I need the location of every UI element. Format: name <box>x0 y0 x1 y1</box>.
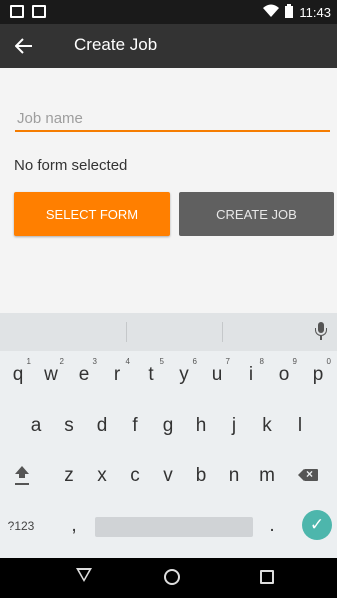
arrow-back-icon[interactable] <box>10 32 38 60</box>
key-j[interactable]: j <box>218 406 250 446</box>
key-hint: 0 <box>326 357 331 366</box>
key-r[interactable]: r4 <box>101 355 133 395</box>
microphone-icon[interactable] <box>315 322 327 342</box>
nav-back-icon[interactable] <box>76 568 92 582</box>
spacebar[interactable] <box>95 517 253 537</box>
key-e[interactable]: e3 <box>68 355 100 395</box>
key-f[interactable]: f <box>119 406 151 446</box>
key-hint: 9 <box>292 357 297 366</box>
create-job-form: No form selected SELECT FORM CREATE JOB <box>0 68 337 313</box>
key-hint: 3 <box>92 357 97 366</box>
key-x[interactable]: x <box>86 456 118 496</box>
job-name-input[interactable] <box>15 106 330 132</box>
key-h[interactable]: h <box>185 406 217 446</box>
status-bar: 11:43 <box>0 0 337 24</box>
suggestion-divider <box>222 322 223 342</box>
enter-check-icon[interactable]: ✓ <box>302 510 332 540</box>
status-time: 11:43 <box>299 5 331 20</box>
soft-keyboard: q1 w2 e3 r4 t5 y6 u7 i8 o9 p0 a s d f g … <box>0 313 337 558</box>
page-title: Create Job <box>74 35 158 54</box>
key-s[interactable]: s <box>53 406 85 446</box>
key-v[interactable]: v <box>152 456 184 496</box>
key-d[interactable]: d <box>86 406 118 446</box>
backspace-icon[interactable]: × <box>294 456 326 496</box>
key-u[interactable]: u7 <box>201 355 233 395</box>
suggestion-strip <box>0 313 337 351</box>
key-hint: 4 <box>125 357 130 366</box>
key-y[interactable]: y6 <box>168 355 200 395</box>
key-hint: 6 <box>192 357 197 366</box>
create-job-button[interactable]: CREATE JOB <box>179 192 334 236</box>
symbols-key[interactable]: ?123 <box>3 506 39 546</box>
key-hint: 5 <box>159 357 164 366</box>
shift-icon[interactable] <box>6 456 38 496</box>
key-l[interactable]: l <box>284 406 316 446</box>
key-hint: 7 <box>225 357 230 366</box>
key-hint: 2 <box>59 357 64 366</box>
key-z[interactable]: z <box>53 456 85 496</box>
wifi-icon <box>263 4 280 21</box>
key-a[interactable]: a <box>20 406 52 446</box>
key-t[interactable]: t5 <box>135 355 167 395</box>
battery-icon <box>285 4 294 21</box>
keyboard-row-3: z x c v b n m × <box>0 456 337 496</box>
key-i[interactable]: i8 <box>235 355 267 395</box>
select-form-button[interactable]: SELECT FORM <box>14 192 170 236</box>
system-nav-bar <box>0 558 337 598</box>
key-c[interactable]: c <box>119 456 151 496</box>
mail-icon <box>32 5 46 18</box>
nav-home-icon[interactable] <box>164 569 180 585</box>
key-m[interactable]: m <box>251 456 283 496</box>
image-icon <box>10 5 24 18</box>
key-g[interactable]: g <box>152 406 184 446</box>
app-bar: Create Job <box>0 24 337 68</box>
key-hint: 1 <box>26 357 31 366</box>
keyboard-row-4: ?123 , . ✓ <box>0 506 337 546</box>
key-o[interactable]: o9 <box>268 355 300 395</box>
nav-recent-icon[interactable] <box>260 570 274 584</box>
keyboard-row-1: q1 w2 e3 r4 t5 y6 u7 i8 o9 p0 <box>0 355 337 395</box>
key-comma[interactable]: , <box>58 506 90 546</box>
key-n[interactable]: n <box>218 456 250 496</box>
key-k[interactable]: k <box>251 406 283 446</box>
form-status-text: No form selected <box>14 157 128 174</box>
key-p[interactable]: p0 <box>302 355 334 395</box>
suggestion-divider <box>126 322 127 342</box>
keyboard-row-2: a s d f g h j k l <box>0 406 337 446</box>
key-period[interactable]: . <box>256 506 288 546</box>
key-q[interactable]: q1 <box>2 355 34 395</box>
key-b[interactable]: b <box>185 456 217 496</box>
key-hint: 8 <box>259 357 264 366</box>
key-w[interactable]: w2 <box>35 355 67 395</box>
